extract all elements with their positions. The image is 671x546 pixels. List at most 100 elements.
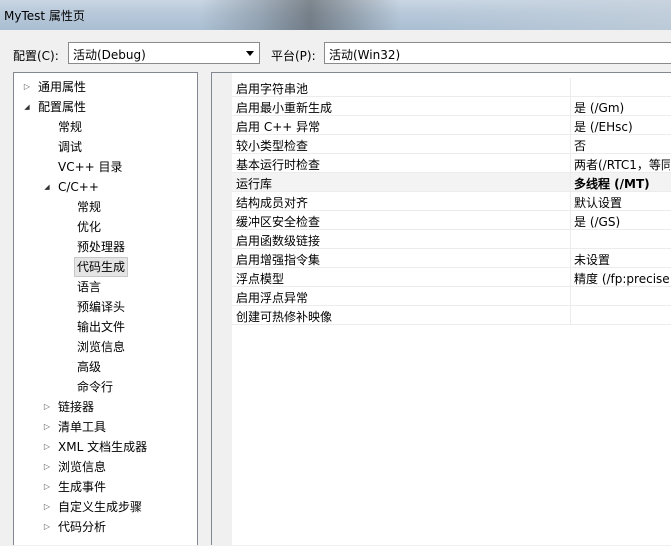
property-row[interactable]: 运行库 多线程 (/MT)	[232, 173, 671, 192]
config-label: 配置(C):	[13, 49, 59, 63]
tree-item-label: 链接器	[58, 400, 95, 414]
property-row[interactable]: 启用最小重新生成 是 (/Gm)	[232, 97, 671, 116]
property-value: 未设置	[574, 253, 611, 267]
property-row[interactable]: 启用浮点异常	[232, 287, 671, 306]
property-row[interactable]: 启用字符串池	[232, 78, 671, 97]
column-separator	[570, 173, 571, 192]
tree-item-label: 清单工具	[58, 420, 107, 434]
tree-item[interactable]: ▷ 浏览信息	[14, 458, 197, 476]
property-row[interactable]: 浮点模型 精度 (/fp:precise)	[232, 268, 671, 287]
tree-item-label: 生成事件	[58, 480, 107, 494]
tree-item[interactable]: 预编译头	[14, 298, 197, 316]
column-separator	[570, 116, 571, 135]
property-tree[interactable]: ▷ 通用属性 ◢ 配置属性 常规 调试 VC++ 目录 ◢ C/C++ 常规 优化 预处理器 代码生成语…	[13, 72, 198, 545]
tree-item[interactable]: 命令行	[14, 378, 197, 396]
platform-label: 平台(P):	[271, 49, 316, 63]
property-name: 缓冲区安全检查	[236, 215, 321, 229]
column-separator	[570, 287, 571, 306]
column-separator	[570, 192, 571, 211]
tree-item[interactable]: ▷ 代码分析	[14, 518, 197, 536]
tree-item[interactable]: 高级	[14, 358, 197, 376]
property-row[interactable]: 启用函数级链接	[232, 230, 671, 249]
tree-item[interactable]: 常规	[14, 198, 197, 216]
tree-item-label: 预编译头	[77, 300, 126, 314]
tree-item[interactable]: ▷ 通用属性	[14, 78, 197, 96]
tree-item[interactable]: VC++ 目录	[14, 158, 197, 176]
tree-item[interactable]: 语言	[14, 278, 197, 296]
property-name: 创建可热修补映像	[236, 310, 333, 324]
property-name: 浮点模型	[236, 272, 285, 286]
expand-triangle-icon[interactable]: ▷	[42, 418, 52, 436]
window-title: MyTest 属性页	[4, 9, 85, 23]
expand-triangle-icon[interactable]: ▷	[22, 78, 32, 96]
tree-item[interactable]: ▷ 自定义生成步骤	[14, 498, 197, 516]
property-row[interactable]: 缓冲区安全检查 是 (/GS)	[232, 211, 671, 230]
tree-item-label: 输出文件	[77, 320, 126, 334]
property-row[interactable]: 较小类型检查 否	[232, 135, 671, 154]
property-name: 较小类型检查	[236, 139, 309, 153]
expand-triangle-icon[interactable]: ▷	[42, 518, 52, 536]
tree-item[interactable]: ▷ XML 文档生成器	[14, 438, 197, 456]
platform-value: 活动(Win32)	[329, 48, 401, 62]
tree-item[interactable]: 输出文件	[14, 318, 197, 336]
expand-triangle-icon[interactable]: ▷	[42, 438, 52, 456]
property-row[interactable]: 结构成员对齐 默认设置	[232, 192, 671, 211]
tree-item[interactable]: 调试	[14, 138, 197, 156]
tree-item[interactable]: ▷ 清单工具	[14, 418, 197, 436]
tree-item[interactable]: 常规	[14, 118, 197, 136]
tree-item[interactable]: ▷ 链接器	[14, 398, 197, 416]
tree-item[interactable]: 预处理器	[14, 238, 197, 256]
tree-item-label: 调试	[58, 140, 83, 154]
tree-item-label: 代码生成	[73, 257, 129, 277]
tree-item[interactable]: ▷ 生成事件	[14, 478, 197, 496]
property-row[interactable]: 启用增强指令集 未设置	[232, 249, 671, 268]
tree-item[interactable]: ◢ C/C++	[14, 178, 197, 196]
property-value: 否	[574, 139, 587, 153]
chevron-down-icon	[246, 51, 254, 56]
tree-item-label: 通用属性	[38, 80, 87, 94]
property-name: 启用 C++ 异常	[236, 120, 321, 134]
tree-item[interactable]: 浏览信息	[14, 338, 197, 356]
property-row[interactable]: 启用 C++ 异常 是 (/EHsc)	[232, 116, 671, 135]
tree-item[interactable]: ◢ 配置属性	[14, 98, 197, 116]
column-separator	[570, 230, 571, 249]
property-row[interactable]: 创建可热修补映像	[232, 306, 671, 325]
expand-triangle-icon[interactable]: ▷	[42, 498, 52, 516]
property-value: 是 (/GS)	[574, 215, 621, 229]
collapse-triangle-icon[interactable]: ◢	[42, 178, 52, 196]
tree-item-label: 代码分析	[58, 520, 107, 534]
expand-triangle-icon[interactable]: ▷	[42, 478, 52, 496]
property-value: 多线程 (/MT)	[574, 177, 650, 191]
property-grid[interactable]: 启用字符串池 启用最小重新生成是 (/Gm) 启用 C++ 异常是 (/EHsc) 较…	[211, 72, 671, 546]
property-value: 是 (/EHsc)	[574, 120, 633, 134]
config-value: 活动(Debug)	[73, 48, 146, 62]
property-name: 运行库	[236, 177, 273, 191]
tree-item-label: VC++ 目录	[58, 160, 123, 174]
tree-item-label: XML 文档生成器	[58, 440, 148, 454]
grid-gutter	[212, 73, 232, 546]
property-name: 启用函数级链接	[236, 234, 321, 248]
title-bar: MyTest 属性页	[0, 0, 671, 30]
collapse-triangle-icon[interactable]: ◢	[22, 98, 32, 116]
tree-item-label: 常规	[58, 120, 83, 134]
tree-item-label: 配置属性	[38, 100, 87, 114]
tree-item-label: 优化	[77, 220, 102, 234]
platform-dropdown[interactable]: 活动(Win32)	[324, 42, 671, 64]
expand-triangle-icon[interactable]: ▷	[42, 398, 52, 416]
tree-item-label: 自定义生成步骤	[58, 500, 143, 514]
tree-item-label: 浏览信息	[77, 340, 126, 354]
property-name: 启用字符串池	[236, 82, 309, 96]
tree-item[interactable]: 代码生成	[14, 257, 197, 277]
tree-item-label: 预处理器	[77, 240, 126, 254]
config-dropdown[interactable]: 活动(Debug)	[68, 42, 260, 64]
expand-triangle-icon[interactable]: ▷	[42, 458, 52, 476]
property-row[interactable]: 基本运行时检查 两者(/RTC1，等同于 /	[232, 154, 671, 173]
column-separator	[570, 249, 571, 268]
column-separator	[570, 268, 571, 287]
title-bar-blur-right	[430, 0, 671, 30]
title-bar-blur	[200, 0, 400, 30]
column-separator	[570, 306, 571, 325]
tree-item[interactable]: 优化	[14, 218, 197, 236]
column-separator	[570, 97, 571, 116]
tree-item-label: 命令行	[77, 380, 114, 394]
